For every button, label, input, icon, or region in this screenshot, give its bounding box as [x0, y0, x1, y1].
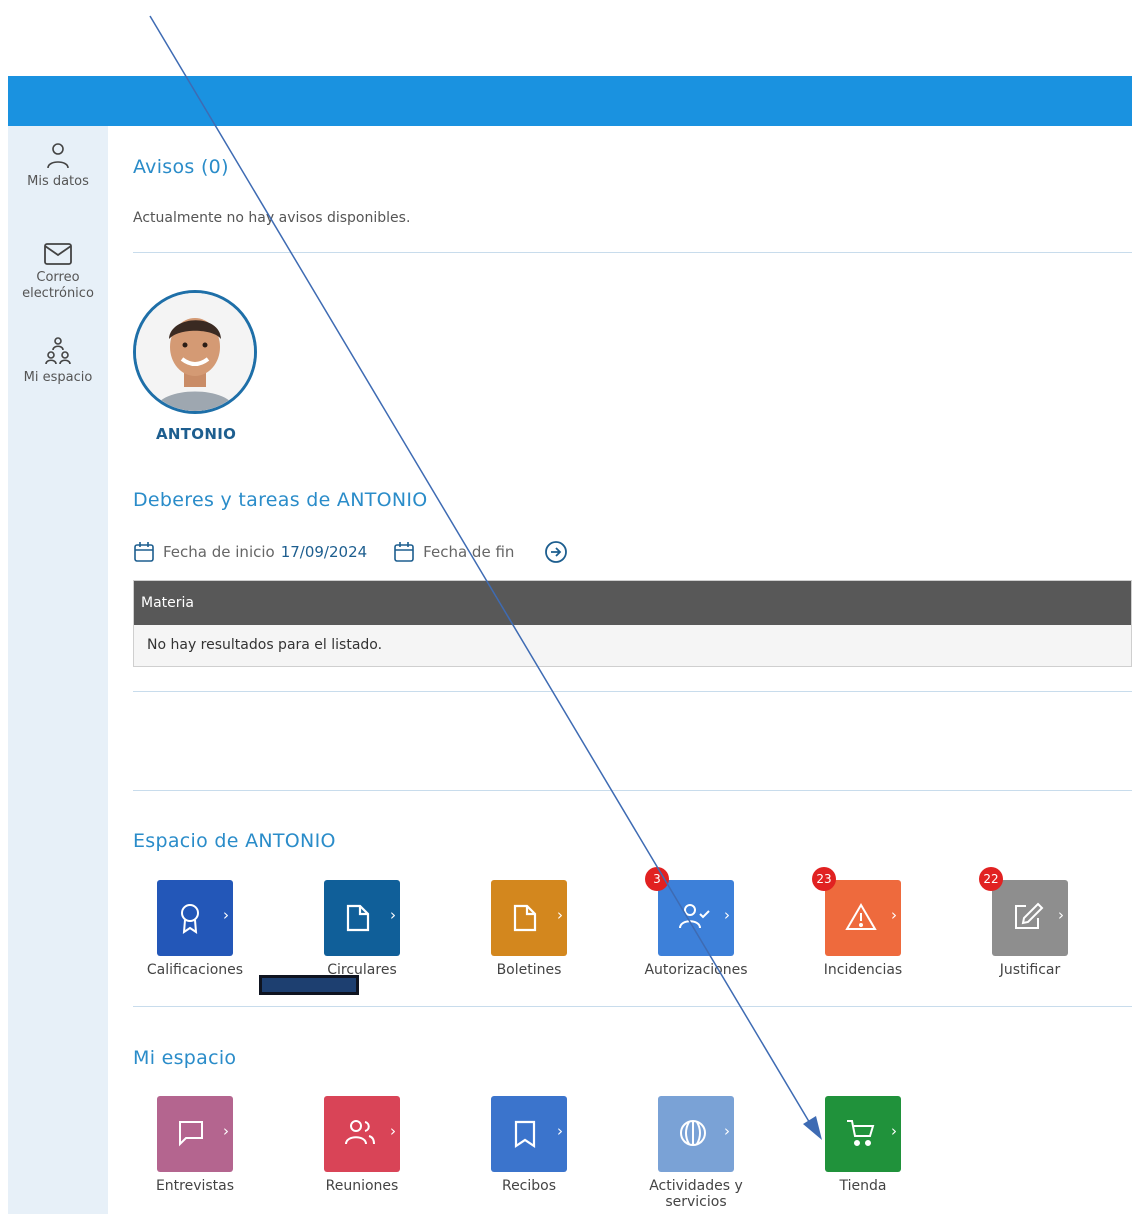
chevron-right-icon: › [1058, 906, 1064, 924]
document-icon [346, 904, 370, 932]
sidebar-item-label: Mis datos [27, 174, 89, 189]
chevron-right-icon: › [223, 906, 229, 924]
notification-badge: 22 [979, 867, 1003, 891]
notices-empty-text: Actualmente no hay avisos disponibles. [133, 210, 411, 226]
table-header-materia[interactable]: Materia [134, 581, 1131, 625]
group-icon [345, 1120, 375, 1145]
divider [133, 252, 1132, 253]
tile-boletines[interactable]: › Boletines [465, 880, 593, 978]
homework-date-filter: Fecha de inicio 17/09/2024 Fecha de fin [133, 540, 568, 564]
document-icon [513, 904, 537, 932]
homework-title: Deberes y tareas de ANTONIO [133, 489, 428, 511]
user-check-icon [679, 904, 710, 929]
envelope-icon [44, 243, 72, 265]
tile-reuniones[interactable]: › Reuniones [298, 1096, 426, 1194]
tile-label: Justificar [999, 962, 1061, 978]
chevron-right-icon: › [891, 1122, 897, 1140]
sidebar-item-label: Correo electrónico [22, 270, 94, 301]
divider [133, 790, 1132, 791]
tile-incidencias[interactable]: 23 › Incidencias [799, 867, 927, 978]
calendar-icon[interactable] [393, 541, 415, 563]
tile-entrevistas[interactable]: › Entrevistas [131, 1096, 259, 1194]
receipt-icon [514, 1120, 536, 1149]
sidebar-item-mi-espacio[interactable]: Mi espacio [8, 336, 108, 386]
user-icon [47, 143, 69, 169]
warning-icon [845, 903, 877, 930]
tile-justificar[interactable]: 22 › Justificar [966, 867, 1094, 978]
notification-badge: 3 [645, 867, 669, 891]
chevron-right-icon: › [891, 906, 897, 924]
main-content: Avisos (0) Actualmente no hay avisos dis… [108, 126, 1132, 1214]
award-icon [181, 904, 199, 934]
chevron-right-icon: › [557, 1122, 563, 1140]
notices-title: Avisos (0) [133, 156, 229, 178]
redaction-box [259, 975, 359, 995]
sidebar-item-correo[interactable]: Correo electrónico [8, 242, 108, 302]
chevron-right-icon: › [724, 1122, 730, 1140]
start-date-label: Fecha de inicio [163, 543, 275, 561]
table-empty-text: No hay resultados para el listado. [134, 625, 1131, 666]
tile-circulares[interactable]: › Circulares [298, 880, 426, 978]
chevron-right-icon: › [223, 1122, 229, 1140]
tile-label: Entrevistas [155, 1178, 235, 1194]
top-header-bar [8, 76, 1132, 126]
arrow-right-circle-icon[interactable] [544, 540, 568, 564]
sidebar-item-label: Mi espacio [23, 370, 93, 385]
ball-icon [680, 1120, 706, 1146]
divider [133, 691, 1132, 692]
student-space-title: Espacio de ANTONIO [133, 830, 336, 852]
tile-recibos[interactable]: › Recibos [465, 1096, 593, 1194]
chevron-right-icon: › [390, 1122, 396, 1140]
sidebar-item-mis-datos[interactable]: Mis datos [8, 142, 108, 190]
tile-actividades-servicios[interactable]: › Actividades y servicios [632, 1096, 760, 1210]
tile-label: Incidencias [823, 962, 903, 978]
people-network-icon [45, 337, 71, 365]
my-space-tiles: › Entrevistas › Reuniones › Recibos › Ac… [108, 1096, 1132, 1214]
chat-icon [179, 1121, 203, 1147]
student-name: ANTONIO [156, 425, 237, 443]
homework-table: Materia No hay resultados para el listad… [133, 580, 1132, 667]
tile-label: Actividades y servicios [649, 1178, 743, 1210]
start-date-value[interactable]: 17/09/2024 [281, 543, 367, 561]
divider [133, 1006, 1132, 1007]
tile-label: Autorizaciones [644, 962, 748, 978]
tile-label: Calificaciones [146, 962, 244, 978]
tile-label: Recibos [501, 1178, 557, 1194]
tile-label: Tienda [839, 1178, 887, 1194]
chevron-right-icon: › [390, 906, 396, 924]
sidebar: Mis datos Correo electrónico Mi espacio [8, 126, 108, 1214]
tile-label: Reuniones [325, 1178, 399, 1194]
student-photo [136, 293, 254, 411]
tile-autorizaciones[interactable]: 3 › Autorizaciones [632, 867, 760, 978]
notification-badge: 23 [812, 867, 836, 891]
chevron-right-icon: › [724, 906, 730, 924]
my-space-title: Mi espacio [133, 1047, 237, 1069]
edit-icon [1015, 902, 1044, 929]
tile-label: Boletines [496, 962, 562, 978]
tile-calificaciones[interactable]: › Calificaciones [131, 880, 259, 978]
tile-tienda[interactable]: › Tienda [799, 1096, 927, 1194]
calendar-icon[interactable] [133, 541, 155, 563]
student-avatar[interactable] [133, 290, 257, 414]
chevron-right-icon: › [557, 906, 563, 924]
end-date-label: Fecha de fin [423, 543, 515, 561]
cart-icon [847, 1120, 875, 1146]
